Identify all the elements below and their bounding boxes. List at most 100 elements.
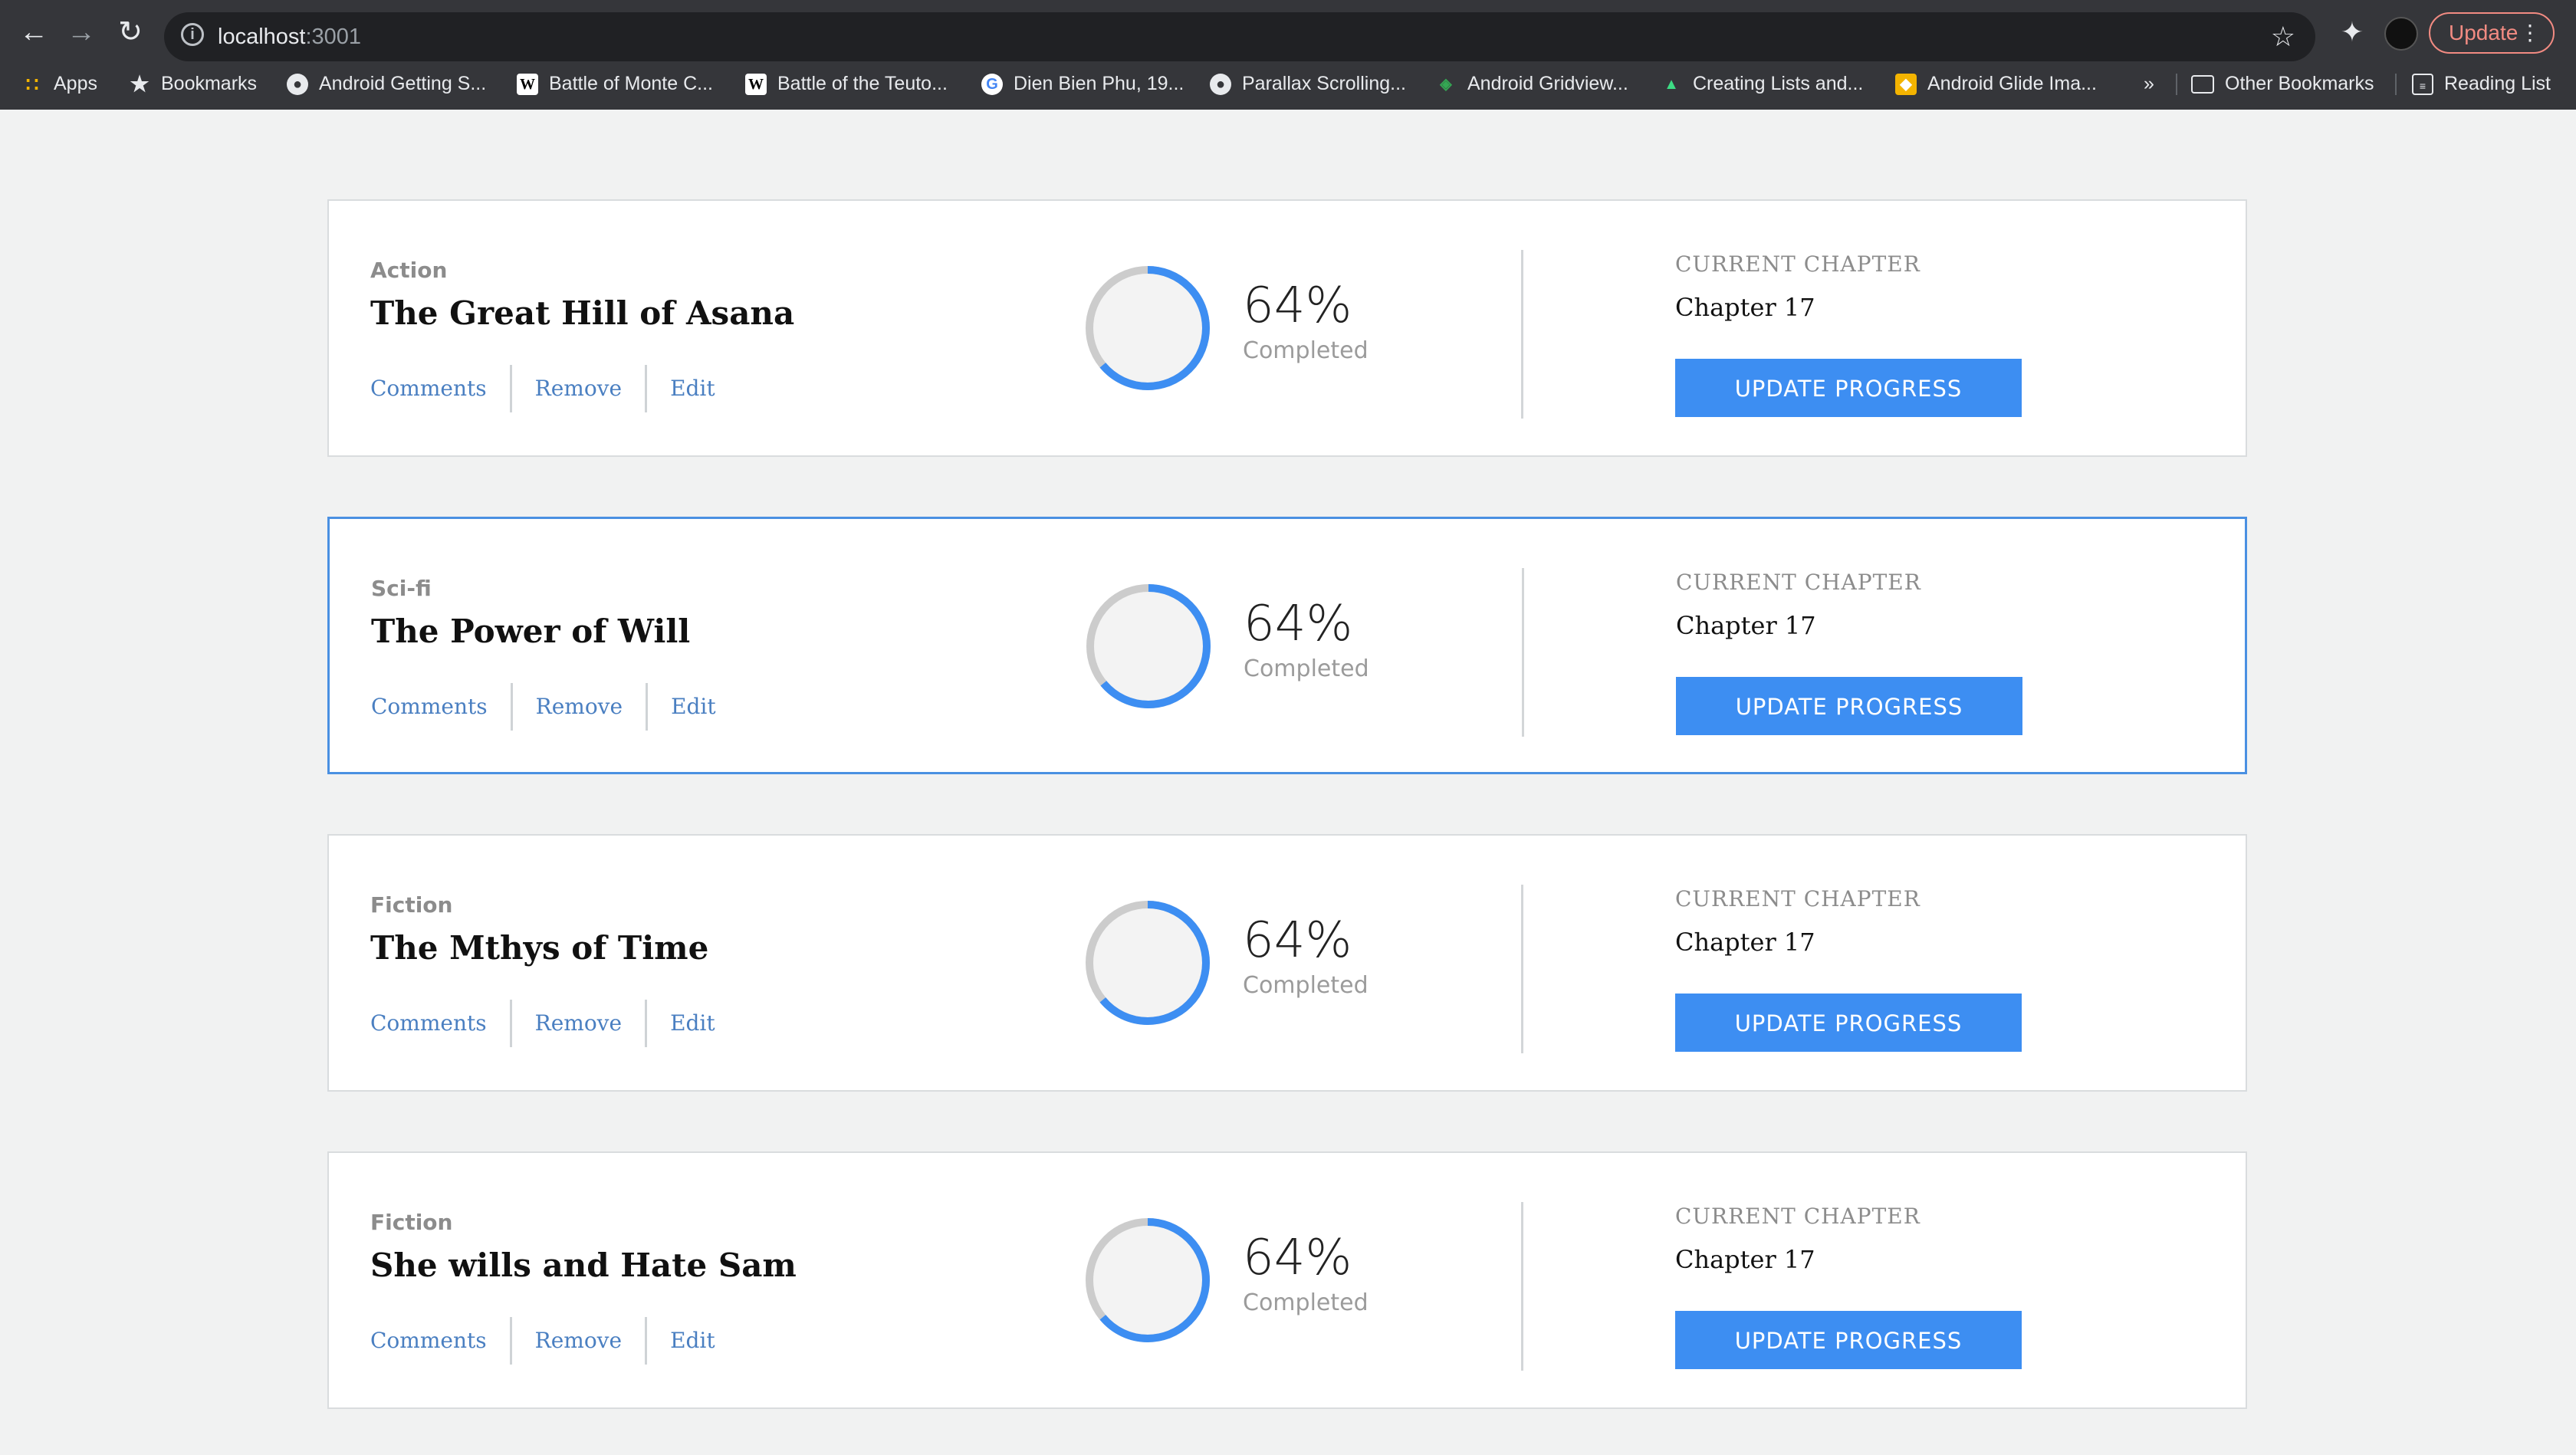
current-chapter-value: Chapter 17 xyxy=(1675,1245,1815,1274)
browser-toolbar: ← → ↻ i localhost:3001 ☆ ✦ Update ⋮ xyxy=(0,6,2576,61)
bookmark-battle-teuto[interactable]: W Battle of the Teuto... xyxy=(745,64,948,103)
comments-link[interactable]: Comments xyxy=(370,1317,510,1365)
progress-completed-label: Completed xyxy=(1244,655,1369,682)
url-host: localhost xyxy=(218,25,306,49)
globe-icon: ● xyxy=(287,74,308,96)
bookmark-label: Battle of the Teuto... xyxy=(777,73,948,94)
update-progress-button[interactable]: UPDATE PROGRESS xyxy=(1675,359,2022,417)
book-actions: Comments Remove Edit xyxy=(371,683,739,731)
bookmarks-bar: ∷ Apps ★ Bookmarks ● Android Getting S... W… xyxy=(0,64,2576,103)
bookmark-android-getting-started[interactable]: ● Android Getting S... xyxy=(287,64,486,103)
current-chapter-value: Chapter 17 xyxy=(1676,611,1816,640)
bookmark-dien-bien-phu[interactable]: G Dien Bien Phu, 19... xyxy=(981,64,1184,103)
current-chapter-value: Chapter 17 xyxy=(1675,928,1815,957)
bookmarks-overflow[interactable]: » xyxy=(2144,64,2154,103)
progress-ring xyxy=(1086,266,1210,390)
book-actions: Comments Remove Edit xyxy=(370,1000,738,1047)
bookmark-separator xyxy=(2176,74,2177,95)
bookmark-label: Android Gridview... xyxy=(1467,73,1628,94)
profile-avatar[interactable] xyxy=(2384,17,2418,51)
remove-link[interactable]: Remove xyxy=(509,365,645,412)
book-card: Sci-fi The Power of Will Comments Remove E… xyxy=(327,517,2247,774)
progress-completed-label: Completed xyxy=(1243,1289,1368,1316)
bookmark-label: Apps xyxy=(54,73,97,94)
bookmark-glide[interactable]: ◆ Android Glide Ima... xyxy=(1895,64,2097,103)
update-label: Update xyxy=(2449,21,2518,44)
current-chapter-label: CURRENT CHAPTER xyxy=(1675,886,1921,911)
bookmark-star-icon[interactable]: ☆ xyxy=(2271,12,2295,61)
current-chapter-label: CURRENT CHAPTER xyxy=(1675,1204,1921,1229)
bookmark-parallax[interactable]: ● Parallax Scrolling... xyxy=(1210,64,1406,103)
wikipedia-icon: W xyxy=(517,74,538,96)
vertical-divider xyxy=(1522,568,1524,737)
book-card: Action The Great Hill of Asana Comments R… xyxy=(327,199,2247,457)
book-card: Fiction The Mthys of Time Comments Remove… xyxy=(327,834,2247,1092)
more-menu-icon[interactable]: ⋮ xyxy=(2519,14,2541,52)
progress-completed-label: Completed xyxy=(1243,337,1368,364)
progress-ring xyxy=(1086,901,1210,1025)
update-progress-button[interactable]: UPDATE PROGRESS xyxy=(1676,677,2022,735)
bookmark-battle-monte[interactable]: W Battle of Monte C... xyxy=(517,64,713,103)
apps-icon: ∷ xyxy=(25,73,39,97)
progress-percent: 64% xyxy=(1243,1230,1352,1286)
bookmark-label: Reading List xyxy=(2444,73,2551,94)
bookmark-other-bookmarks[interactable]: Other Bookmarks xyxy=(2191,64,2374,103)
edit-link[interactable]: Edit xyxy=(645,365,738,412)
bookmark-label: Battle of Monte C... xyxy=(549,73,713,94)
bookmark-label: Creating Lists and... xyxy=(1693,73,1864,94)
book-genre: Fiction xyxy=(370,1210,453,1235)
bookmark-label: Android Glide Ima... xyxy=(1927,73,2097,94)
book-card: Fiction She wills and Hate Sam Comments R… xyxy=(327,1151,2247,1409)
bookmark-label: Dien Bien Phu, 19... xyxy=(1014,73,1184,94)
remove-link[interactable]: Remove xyxy=(510,683,646,731)
puzzle-extensions-icon[interactable]: ✦ xyxy=(2335,6,2369,58)
forward-arrow-icon[interactable]: → xyxy=(58,6,104,58)
remove-link[interactable]: Remove xyxy=(509,1000,645,1047)
book-title: The Mthys of Time xyxy=(370,929,709,967)
reload-icon[interactable]: ↻ xyxy=(107,6,153,58)
bookmark-apps[interactable]: ∷ Apps xyxy=(21,64,97,103)
update-progress-button[interactable]: UPDATE PROGRESS xyxy=(1675,994,2022,1052)
progress-percent: 64% xyxy=(1243,912,1352,969)
bookmark-gridview[interactable]: ◈ Android Gridview... xyxy=(1435,64,1628,103)
comments-link[interactable]: Comments xyxy=(370,1000,510,1047)
bookmark-creating-lists[interactable]: ▲ Creating Lists and... xyxy=(1661,64,1863,103)
book-genre: Sci-fi xyxy=(371,576,432,601)
comments-link[interactable]: Comments xyxy=(370,365,510,412)
book-actions: Comments Remove Edit xyxy=(370,365,738,412)
browser-chrome: ← → ↻ i localhost:3001 ☆ ✦ Update ⋮ ∷ Apps… xyxy=(0,0,2576,110)
bookmark-label: Bookmarks xyxy=(161,73,258,94)
edit-link[interactable]: Edit xyxy=(645,1000,738,1047)
globe-icon: ● xyxy=(1210,74,1231,96)
book-title: She wills and Hate Sam xyxy=(370,1246,797,1284)
info-icon[interactable]: i xyxy=(181,23,204,46)
vertical-divider xyxy=(1521,1202,1523,1371)
progress-percent: 64% xyxy=(1243,278,1352,334)
folder-icon xyxy=(2191,75,2214,94)
reading-list[interactable]: ≡ Reading List xyxy=(2412,64,2551,103)
address-bar[interactable]: i localhost:3001 ☆ xyxy=(164,12,2315,61)
chrome-update-button[interactable]: Update ⋮ xyxy=(2429,12,2555,54)
url-port: :3001 xyxy=(305,25,362,49)
update-progress-button[interactable]: UPDATE PROGRESS xyxy=(1675,1311,2022,1369)
bookmark-separator xyxy=(2395,74,2397,95)
bookmark-bookmarks[interactable]: ★ Bookmarks xyxy=(129,64,257,103)
comments-link[interactable]: Comments xyxy=(371,683,511,731)
android-icon: ▲ xyxy=(1664,76,1679,94)
edit-link[interactable]: Edit xyxy=(645,1317,738,1365)
bookmark-label: Other Bookmarks xyxy=(2225,73,2374,94)
book-genre: Action xyxy=(370,258,448,283)
wikipedia-icon: W xyxy=(745,74,767,96)
book-title: The Power of Will xyxy=(371,613,691,650)
url-text[interactable]: localhost:3001 xyxy=(218,12,361,61)
bookmark-label: Parallax Scrolling... xyxy=(1242,73,1406,94)
progress-percent: 64% xyxy=(1244,596,1353,652)
chevron-double-right-icon: » xyxy=(2144,73,2154,94)
back-arrow-icon[interactable]: ← xyxy=(11,6,57,58)
book-title: The Great Hill of Asana xyxy=(370,294,795,332)
book-actions: Comments Remove Edit xyxy=(370,1317,738,1365)
progress-ring xyxy=(1086,1218,1210,1342)
edit-link[interactable]: Edit xyxy=(646,683,739,731)
remove-link[interactable]: Remove xyxy=(509,1317,645,1365)
reading-list-icon: ≡ xyxy=(2412,74,2433,96)
